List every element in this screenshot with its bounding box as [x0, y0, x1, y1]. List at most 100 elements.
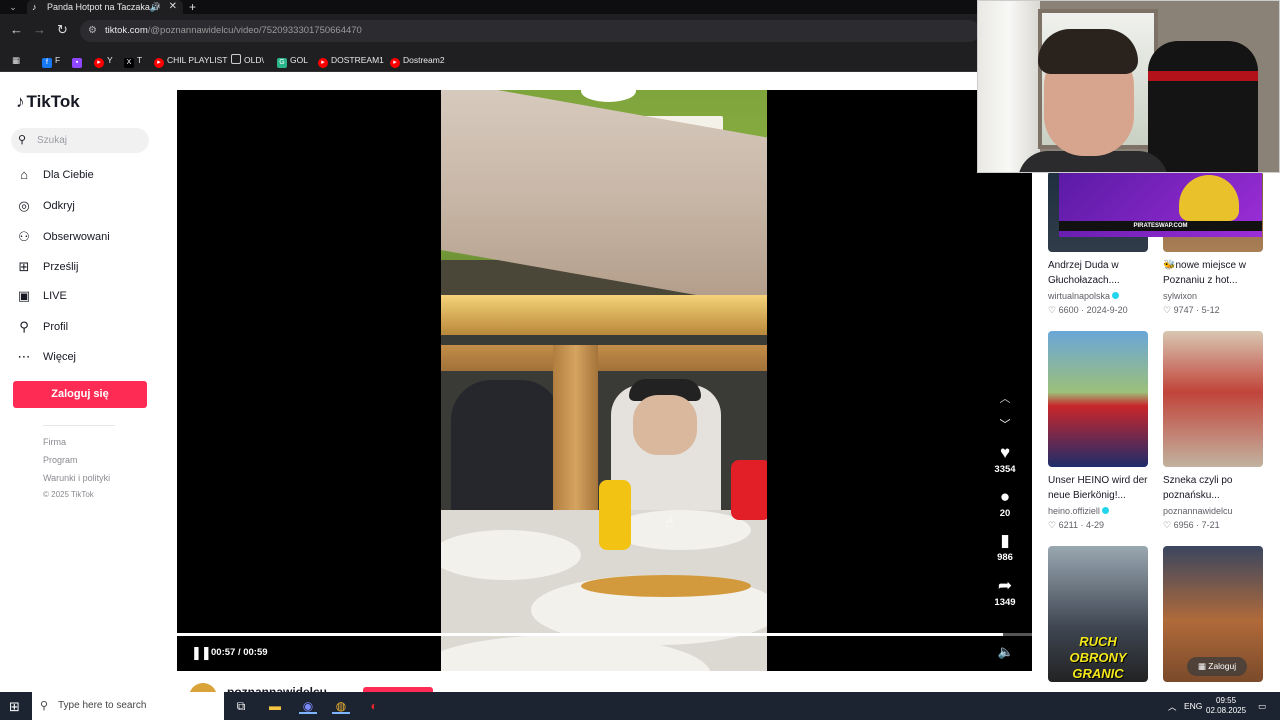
youtube-icon: ▸ [154, 58, 164, 68]
url-domain: tiktok.com [105, 25, 148, 36]
compass-icon: ◎ [18, 198, 30, 213]
search-input[interactable]: ⚲ Szukaj [11, 128, 149, 153]
video-frame[interactable] [441, 90, 767, 671]
bookmark-folder-old[interactable]: OLD\ [231, 54, 264, 66]
next-video-icon[interactable]: ﹀ [995, 416, 1015, 432]
video-author[interactable]: wirtualnapolska [1048, 291, 1120, 301]
tab-audio-icon[interactable]: 🔊 [150, 0, 161, 14]
bookmark-gol[interactable]: G GOL [277, 54, 308, 68]
chrome-icon[interactable]: ◍ [332, 698, 350, 714]
sidebar-item-profil[interactable]: ⚲ Profil [15, 317, 68, 337]
save-button[interactable]: ▮ 986 [987, 531, 1023, 565]
sidebar-item-dla-ciebie[interactable]: ⌂ Dla Ciebie [15, 165, 94, 185]
footer-link-terms[interactable]: Warunki i polityki [43, 473, 110, 483]
video-scene-beam [441, 345, 767, 371]
video-scene-person [451, 380, 561, 510]
video-stats: ♡ 9747 · 5-12 [1163, 305, 1220, 315]
heart-outline-icon: ♡ [1048, 520, 1057, 530]
footer-link-firma[interactable]: Firma [43, 437, 66, 447]
like-count: 3354 [994, 464, 1016, 475]
task-view-icon[interactable]: ⧉ [232, 698, 250, 714]
heart-outline-icon: ♡ [1048, 305, 1057, 315]
rail-login-button[interactable]: ▦ Zaloguj [1187, 657, 1247, 676]
apps-grid-icon[interactable]: ▦ [12, 54, 20, 66]
video-title[interactable]: Szneka czyli po poznańsku... [1163, 473, 1273, 503]
youtube-icon: ▸ [318, 58, 328, 68]
windows-start-icon[interactable]: ⊞ [9, 699, 20, 715]
tiktok-note-icon: ♪ [16, 92, 25, 111]
video-author[interactable]: poznannawidelcu [1163, 506, 1233, 516]
browser-tab[interactable]: ♪ Panda Hotpot na Taczaka w 🔊 ✕ [27, 0, 183, 14]
heart-outline-icon: ♡ [1163, 305, 1172, 315]
file-explorer-icon[interactable]: ▬ [266, 698, 284, 714]
bookmark-twitch[interactable]: ▪ [72, 54, 85, 68]
bookmark-facebook[interactable]: fF [42, 54, 60, 68]
pause-icon[interactable]: ❚❚ [191, 645, 212, 661]
video-title[interactable]: Andrzej Duda w Głuchołazach.... [1048, 258, 1158, 288]
bookmark-chil-playlist[interactable]: ▸ CHIL PLAYLIST [154, 54, 227, 68]
tab-close-icon[interactable]: ✕ [169, 0, 177, 14]
video-title[interactable]: Unser HEINO wird der neue Bierkönig!... [1048, 473, 1158, 503]
bookmark-dostream1[interactable]: ▸ DOSTREAM1 [318, 54, 384, 68]
previous-video-icon[interactable]: ︿ [995, 390, 1015, 406]
back-icon[interactable]: ← [10, 23, 23, 37]
heart-icon: ♥ [999, 443, 1011, 462]
video-scene-light [441, 295, 767, 335]
video-author[interactable]: heino.offiziell [1048, 506, 1109, 516]
sidebar-item-odkryj[interactable]: ◎ Odkryj [15, 196, 74, 216]
video-title[interactable]: 🐝nowe miejsce w Poznaniu z hot... [1163, 258, 1273, 288]
youtube-icon: ▸ [390, 58, 400, 68]
comment-button[interactable]: ● 20 [987, 487, 1023, 521]
tray-chevron-icon[interactable]: ︿ [1168, 701, 1177, 713]
search-icon: ⚲ [40, 700, 49, 712]
volume-icon[interactable]: 🔈 [998, 644, 1014, 660]
twitch-icon: ▪ [72, 58, 82, 68]
comment-icon: ● [999, 487, 1011, 506]
grid-icon: ▦ [1197, 661, 1206, 671]
reload-icon[interactable]: ↻ [57, 23, 68, 37]
profile-icon: ⚲ [19, 319, 29, 334]
video-player[interactable]: ☝ ︿ ﹀ ♥ 3354 ● 20 ▮ 986 ➦ 1349 ❚❚ 00:57 … [177, 90, 1032, 671]
notification-icon[interactable]: ▭ [1258, 701, 1266, 712]
share-icon: ➦ [997, 576, 1013, 595]
search-icon: ⚲ [18, 134, 27, 146]
upload-icon: ⊞ [18, 259, 30, 274]
new-tab-button[interactable]: + [189, 0, 196, 14]
share-button[interactable]: ➦ 1349 [987, 576, 1023, 610]
tiktok-logo[interactable]: ♪ TikTok [16, 92, 80, 112]
stream-ad-banner: PIRATESWAP.COM [1059, 171, 1262, 237]
obs-icon[interactable]: ◐ [365, 698, 383, 714]
forward-icon[interactable]: → [33, 23, 46, 37]
sidebar-item-live[interactable]: ▣ LIVE [15, 286, 67, 306]
gol-icon: G [277, 58, 287, 68]
comment-count: 20 [999, 508, 1011, 519]
tiktok-favicon-icon: ♪ [32, 2, 37, 12]
webcam-chair-stripe [1148, 71, 1258, 81]
more-icon: ⋯ [17, 349, 31, 364]
video-thumbnail[interactable] [1163, 331, 1263, 467]
mouse-cursor: ☝ [665, 514, 674, 530]
language-indicator[interactable]: ENG [1184, 701, 1202, 711]
like-button[interactable]: ♥ 3354 [987, 443, 1023, 477]
video-author[interactable]: sylwixon [1163, 291, 1197, 301]
save-count: 986 [997, 552, 1013, 563]
video-scene-sign [731, 460, 767, 520]
sidebar-item-obserwowani[interactable]: ⚇ Obserwowani [15, 227, 109, 247]
video-controls: ❚❚ 00:57 / 00:59 🔈 [177, 636, 1032, 671]
address-bar[interactable]: ⚙ tiktok.com/@poznannawidelcu/video/7520… [80, 20, 980, 42]
taskbar-clock[interactable]: 09:55 02.08.2025 [1206, 696, 1246, 716]
bookmark-youtube[interactable]: ▸ Y [94, 54, 113, 68]
video-thumbnail[interactable] [1048, 331, 1148, 467]
tab-search-icon[interactable]: ⌄ [4, 1, 22, 13]
bookmark-dostream2[interactable]: ▸ Dostream2 [390, 54, 445, 68]
site-info-icon[interactable]: ⚙ [88, 20, 97, 42]
video-thumbnail[interactable]: RUCH OBRONY GRANIC [1048, 546, 1148, 682]
taskbar-search[interactable]: ⚲ Type here to search [32, 692, 224, 720]
footer-link-program[interactable]: Program [43, 455, 78, 465]
login-button[interactable]: Zaloguj się [13, 381, 147, 408]
sidebar-item-wiecej[interactable]: ⋯ Więcej [15, 347, 77, 367]
sidebar-item-przeslij[interactable]: ⊞ Prześlij [15, 257, 79, 277]
share-count: 1349 [994, 597, 1016, 608]
discord-icon[interactable]: ◉ [299, 698, 317, 714]
bookmark-x[interactable]: XT [124, 54, 142, 68]
